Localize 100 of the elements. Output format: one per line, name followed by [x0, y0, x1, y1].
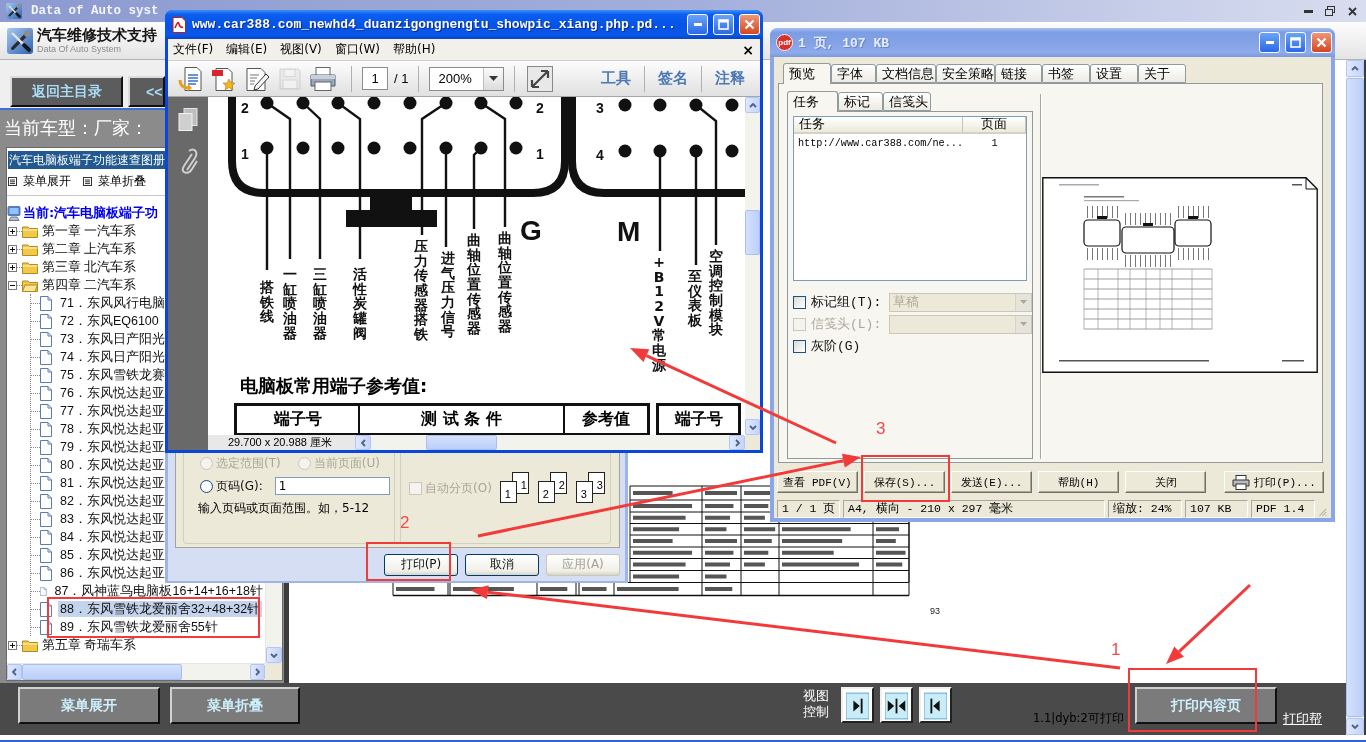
tree-item[interactable]: 86．东风悦达起亚	[58, 565, 167, 581]
column-header[interactable]: 页面	[963, 117, 1026, 134]
zoom-field[interactable]: 200%	[429, 66, 505, 91]
tab[interactable]: 链接	[995, 64, 1042, 83]
menu-item[interactable]: 文件(F)	[169, 41, 223, 58]
scrollbar-thumb[interactable]	[22, 664, 182, 680]
tab[interactable]: 设置	[1090, 64, 1138, 83]
tab[interactable]: 书签	[1042, 64, 1090, 83]
dialog-button[interactable]: 取消	[465, 553, 539, 576]
menu-button[interactable]: 菜单折叠	[170, 687, 300, 724]
minimize-button[interactable]	[1259, 32, 1280, 53]
dialog-button[interactable]: 保存(S)...	[864, 471, 945, 493]
input-field[interactable]: 1	[274, 477, 390, 495]
menu-item[interactable]: 窗口(W)	[330, 41, 390, 58]
tree-item[interactable]: 第一章 一汽车系	[40, 223, 139, 239]
dialog-button[interactable]: 关闭	[1125, 471, 1206, 493]
nav-button[interactable]: 返回主目录	[10, 76, 123, 107]
view-button[interactable]	[841, 687, 874, 723]
tree-item[interactable]: 88．东风雪铁龙爱丽舍32+48+32针	[58, 601, 263, 617]
tree-item[interactable]: 77．东风悦达起亚	[58, 403, 167, 419]
checkbox[interactable]	[793, 339, 806, 353]
tool-tab[interactable]: 签名	[645, 69, 701, 88]
menu-action-link[interactable]: 菜单展开	[23, 172, 71, 190]
catalog-select[interactable]: 汽车电脑板端子功能速查图册	[8, 151, 165, 169]
scroll-up-button[interactable]	[1346, 60, 1364, 77]
page-number-field[interactable]: 1	[362, 67, 388, 90]
maximize-button[interactable]	[713, 14, 734, 35]
menu-item[interactable]: 视图(V)	[276, 41, 331, 58]
tree-item[interactable]: 73．东风日产阳光	[58, 331, 167, 347]
tree-item[interactable]: 72．东风EQ6100	[58, 313, 161, 329]
close-button[interactable]	[739, 14, 760, 35]
print-button[interactable]: 打印(P)...	[1224, 471, 1324, 493]
tree-item[interactable]: 第二章 上汽车系	[40, 241, 139, 257]
dialog-button[interactable]: 打印(P)	[384, 553, 458, 576]
scroll-left-button[interactable]	[355, 435, 371, 450]
tree-item[interactable]: 71．东风风行电脑	[58, 295, 167, 311]
plus-box-icon[interactable]	[8, 244, 17, 254]
tree-item[interactable]: 79．东风悦达起亚	[58, 439, 167, 455]
dialog-button[interactable]: 发送(E)...	[951, 471, 1032, 493]
scrollbar-thumb[interactable]	[426, 435, 497, 450]
horizontal-scrollbar[interactable]	[355, 435, 745, 450]
tree-item[interactable]: 85．东风悦达起亚	[58, 547, 167, 563]
view-button[interactable]	[880, 687, 913, 723]
scroll-down-button[interactable]	[266, 647, 282, 663]
menu-button[interactable]: 菜单展开	[18, 687, 160, 724]
close-document-button[interactable]: ×	[742, 41, 754, 58]
vertical-scrollbar[interactable]	[745, 97, 760, 435]
tree-item[interactable]: 第五章 奇瑞车系	[40, 637, 139, 653]
scrollbar-thumb[interactable]	[745, 210, 760, 255]
tree-item[interactable]: 89．东风雪铁龙爱丽舍55针	[58, 619, 220, 635]
tab[interactable]: 标记	[838, 92, 883, 111]
plus-box-icon[interactable]	[8, 262, 17, 272]
tree-item[interactable]: 80．东风悦达起亚	[58, 457, 167, 473]
tree-item[interactable]: 83．东风悦达起亚	[58, 511, 167, 527]
scroll-right-button[interactable]	[729, 435, 745, 450]
tab[interactable]: 字体	[831, 64, 876, 83]
scroll-right-button[interactable]	[250, 664, 265, 680]
tab[interactable]: 安全策略	[936, 64, 995, 83]
dropdown-button[interactable]	[483, 67, 504, 90]
dialog-button[interactable]: 查看 PDF(V)	[777, 471, 858, 493]
tool-tab[interactable]: 注释	[702, 69, 758, 88]
tab[interactable]: 信笺头	[883, 92, 931, 111]
fullscreen-button[interactable]	[525, 63, 556, 94]
tab[interactable]: 文档信息	[876, 64, 936, 83]
plus-box-icon[interactable]	[8, 640, 17, 650]
tree-item[interactable]: 76．东风悦达起亚	[58, 385, 167, 401]
view-button[interactable]	[919, 687, 952, 723]
tab[interactable]: 任务	[787, 91, 838, 112]
column-header[interactable]: 任务	[794, 117, 963, 134]
tree-item[interactable]: 87．风神蓝鸟电脑板16+14+16+18针	[52, 583, 265, 599]
menu-action-link[interactable]: 菜单折叠	[98, 172, 146, 190]
tool-tab[interactable]: 工具	[588, 69, 644, 88]
maximize-button[interactable]	[1285, 32, 1306, 53]
dialog-button[interactable]: 帮助(H)	[1038, 471, 1119, 493]
scroll-down-button[interactable]	[1346, 718, 1364, 735]
tree-item[interactable]: 81．东风悦达起亚	[58, 475, 167, 491]
close-button[interactable]	[1311, 32, 1332, 53]
checkbox[interactable]	[793, 295, 806, 309]
tree-item[interactable]: 82．东风悦达起亚	[58, 493, 167, 509]
minimize-button[interactable]	[687, 14, 708, 35]
nav-button[interactable]: <<	[128, 76, 165, 107]
tree-item[interactable]: 第四章 二汽车系	[40, 277, 139, 293]
tree-item[interactable]: 第三章 北汽车系	[40, 259, 139, 275]
tab[interactable]: 关于	[1138, 64, 1186, 83]
tree-item[interactable]: 84．东风悦达起亚	[58, 529, 167, 545]
plus-box-icon[interactable]	[8, 226, 17, 236]
tree-item[interactable]: 74．东风日产阳光	[58, 349, 167, 365]
tab[interactable]: 预览	[783, 63, 831, 84]
menu-item[interactable]: 编辑(E)	[222, 41, 277, 58]
print-help-link[interactable]: 打印帮	[1283, 710, 1322, 728]
tree-item[interactable]: 78．东风悦达起亚	[58, 421, 167, 437]
horizontal-scrollbar[interactable]	[7, 664, 265, 680]
tree-item[interactable]: 75．东风雪铁龙赛	[58, 367, 167, 383]
radio-button[interactable]	[200, 479, 213, 493]
scroll-down-button[interactable]	[745, 419, 760, 435]
scroll-up-button[interactable]	[745, 97, 760, 113]
scroll-left-button[interactable]	[7, 664, 22, 680]
minus-box-icon[interactable]	[8, 280, 17, 290]
pages-icon[interactable]	[178, 108, 198, 132]
menu-item[interactable]: 帮助(H)	[389, 41, 445, 58]
